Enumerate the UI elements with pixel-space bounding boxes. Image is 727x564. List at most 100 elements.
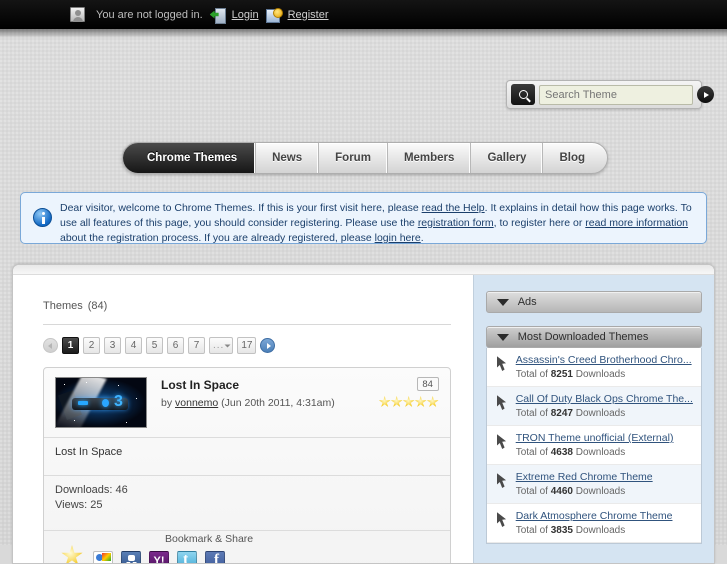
list-item[interactable]: TRON Theme unofficial (External) Total o… — [486, 426, 701, 465]
registration-form-link[interactable]: registration form — [418, 217, 494, 229]
theme-link[interactable]: Call Of Duty Black Ops Chrome The... — [516, 393, 693, 406]
list-item[interactable]: Assassin's Creed Brotherhood Chro... Tot… — [486, 348, 701, 387]
list-item[interactable]: Dark Atmosphere Chrome Theme Total of 38… — [486, 504, 701, 543]
theme-title[interactable]: Lost In Space — [161, 378, 439, 392]
star-1-icon — [378, 396, 391, 407]
facebook-icon[interactable] — [205, 551, 225, 563]
arrow-right-icon — [704, 91, 709, 98]
collapse-caret-icon — [496, 333, 509, 341]
info-icon — [33, 208, 52, 227]
search-input[interactable] — [539, 84, 693, 105]
notice-part-3: , to register here or — [493, 217, 586, 229]
theme-rating-stars[interactable] — [378, 396, 439, 408]
tab-forum[interactable]: Forum — [319, 143, 388, 173]
login-status-text: You are not logged in. — [96, 8, 203, 21]
welcome-notice-text: Dear visitor, welcome to Chrome Themes. … — [60, 200, 696, 246]
downloads-total: Total of 3835 Downloads — [516, 525, 693, 536]
list-item[interactable]: Call Of Duty Black Ops Chrome The... Tot… — [486, 387, 701, 426]
cursor-icon — [496, 434, 507, 449]
tab-blog[interactable]: Blog — [543, 143, 607, 173]
page-title: Themes (84) — [43, 293, 451, 314]
pagination: 1 2 3 4 5 6 7 ... 17 — [43, 337, 451, 354]
register-icon[interactable] — [265, 7, 283, 23]
twitter-icon[interactable] — [177, 551, 197, 563]
downloads-suffix: Downloads — [572, 525, 626, 536]
downloads-prefix: Total of — [515, 447, 551, 458]
tab-members[interactable]: Members — [388, 143, 472, 173]
search-submit-button[interactable] — [697, 86, 714, 103]
theme-badge: 84 — [416, 377, 439, 391]
read-more-information-link[interactable]: read more information — [585, 217, 688, 229]
downloads-total: Total of 8251 Downloads — [516, 369, 693, 380]
theme-views: Views: 25 — [55, 499, 103, 511]
theme-thumbnail[interactable]: 3 — [55, 377, 147, 428]
panel-most-downloaded-header[interactable]: Most Downloaded Themes — [485, 326, 702, 348]
yahoo-icon[interactable]: Y! — [149, 551, 169, 563]
themes-count: (84) — [87, 300, 108, 312]
downloads-suffix: Downloads — [572, 486, 626, 497]
theme-author-link[interactable]: vonnemo — [175, 397, 218, 409]
pagination-more-dropdown[interactable]: ... — [209, 337, 234, 354]
pagination-page-7[interactable]: 7 — [188, 337, 205, 354]
pagination-page-3[interactable]: 3 — [104, 337, 121, 354]
chevron-right-icon — [266, 342, 271, 349]
downloads-suffix: Downloads — [572, 369, 626, 380]
search-icon — [518, 90, 528, 99]
content-panel: Themes (84) 1 2 3 4 5 6 7 ... 17 3 Lost … — [12, 264, 715, 564]
star-3-icon — [402, 396, 415, 407]
login-here-link[interactable]: login here — [375, 232, 421, 244]
read-the-help-link[interactable]: read the Help — [422, 202, 485, 214]
downloads-total: Total of 8247 Downloads — [516, 408, 693, 419]
pagination-prev-button[interactable] — [43, 338, 58, 353]
downloads-prefix: Total of — [515, 486, 551, 497]
favorite-star-icon[interactable] — [61, 545, 83, 563]
panel-ads-header[interactable]: Ads — [485, 291, 702, 313]
search-button[interactable] — [511, 84, 535, 105]
cursor-icon — [496, 512, 507, 527]
theme-link[interactable]: Extreme Red Chrome Theme — [516, 471, 693, 484]
theme-card-header: 3 Lost In Space by vonnemo (Jun 20th 201… — [55, 377, 439, 428]
google-bookmarks-icon[interactable] — [93, 551, 113, 563]
downloads-count: 4460 — [550, 486, 573, 497]
downloads-prefix: Total of — [515, 408, 551, 419]
tab-chrome-themes[interactable]: Chrome Themes — [123, 143, 257, 173]
notice-part-4: about the registration process. If you a… — [60, 232, 375, 244]
panel-most-downloaded: Most Downloaded Themes Assassin's Creed … — [485, 326, 702, 544]
pagination-ellipsis: ... — [213, 340, 225, 351]
tab-gallery[interactable]: Gallery — [471, 143, 544, 173]
cursor-icon — [496, 473, 507, 488]
downloads-total: Total of 4460 Downloads — [516, 486, 693, 497]
tab-news[interactable]: News — [256, 143, 320, 173]
login-icon[interactable] — [210, 7, 226, 24]
pagination-page-2[interactable]: 2 — [83, 337, 100, 354]
pagination-page-6[interactable]: 6 — [167, 337, 184, 354]
downloads-prefix: Total of — [515, 369, 551, 380]
theme-link[interactable]: TRON Theme unofficial (External) — [516, 432, 693, 445]
pagination-page-5[interactable]: 5 — [146, 337, 163, 354]
downloads-count: 4638 — [550, 447, 573, 458]
theme-card-meta: Lost In Space by vonnemo (Jun 20th 2011,… — [147, 377, 439, 428]
pagination-page-1[interactable]: 1 — [62, 337, 79, 354]
register-link[interactable]: Register — [288, 9, 329, 21]
main-navigation: Chrome Themes News Forum Members Gallery… — [122, 142, 608, 174]
pagination-page-17[interactable]: 17 — [237, 337, 257, 354]
pagination-next-button[interactable] — [260, 338, 276, 353]
theme-link[interactable]: Assassin's Creed Brotherhood Chro... — [516, 354, 693, 367]
theme-link[interactable]: Dark Atmosphere Chrome Theme — [516, 510, 693, 523]
downloads-suffix: Downloads — [572, 447, 626, 458]
most-downloaded-list: Assassin's Creed Brotherhood Chro... Tot… — [485, 348, 702, 544]
login-link[interactable]: Login — [232, 9, 259, 21]
user-avatar-icon — [70, 7, 85, 22]
notice-part-1: Dear visitor, welcome to Chrome Themes. … — [60, 202, 422, 214]
theme-card: 3 Lost In Space by vonnemo (Jun 20th 201… — [43, 367, 451, 563]
downloads-suffix: Downloads — [572, 408, 626, 419]
collapse-caret-icon — [496, 298, 509, 306]
list-item[interactable]: Extreme Red Chrome Theme Total of 4460 D… — [486, 465, 701, 504]
chevron-down-icon — [224, 344, 231, 347]
mister-wong-icon[interactable] — [121, 551, 141, 563]
content-body: Themes (84) 1 2 3 4 5 6 7 ... 17 3 Lost … — [13, 275, 714, 563]
pagination-page-4[interactable]: 4 — [125, 337, 142, 354]
top-bar: You are not logged in. Login Register — [0, 0, 727, 29]
downloads-count: 8251 — [550, 369, 573, 380]
theme-by-prefix: by — [161, 397, 176, 409]
